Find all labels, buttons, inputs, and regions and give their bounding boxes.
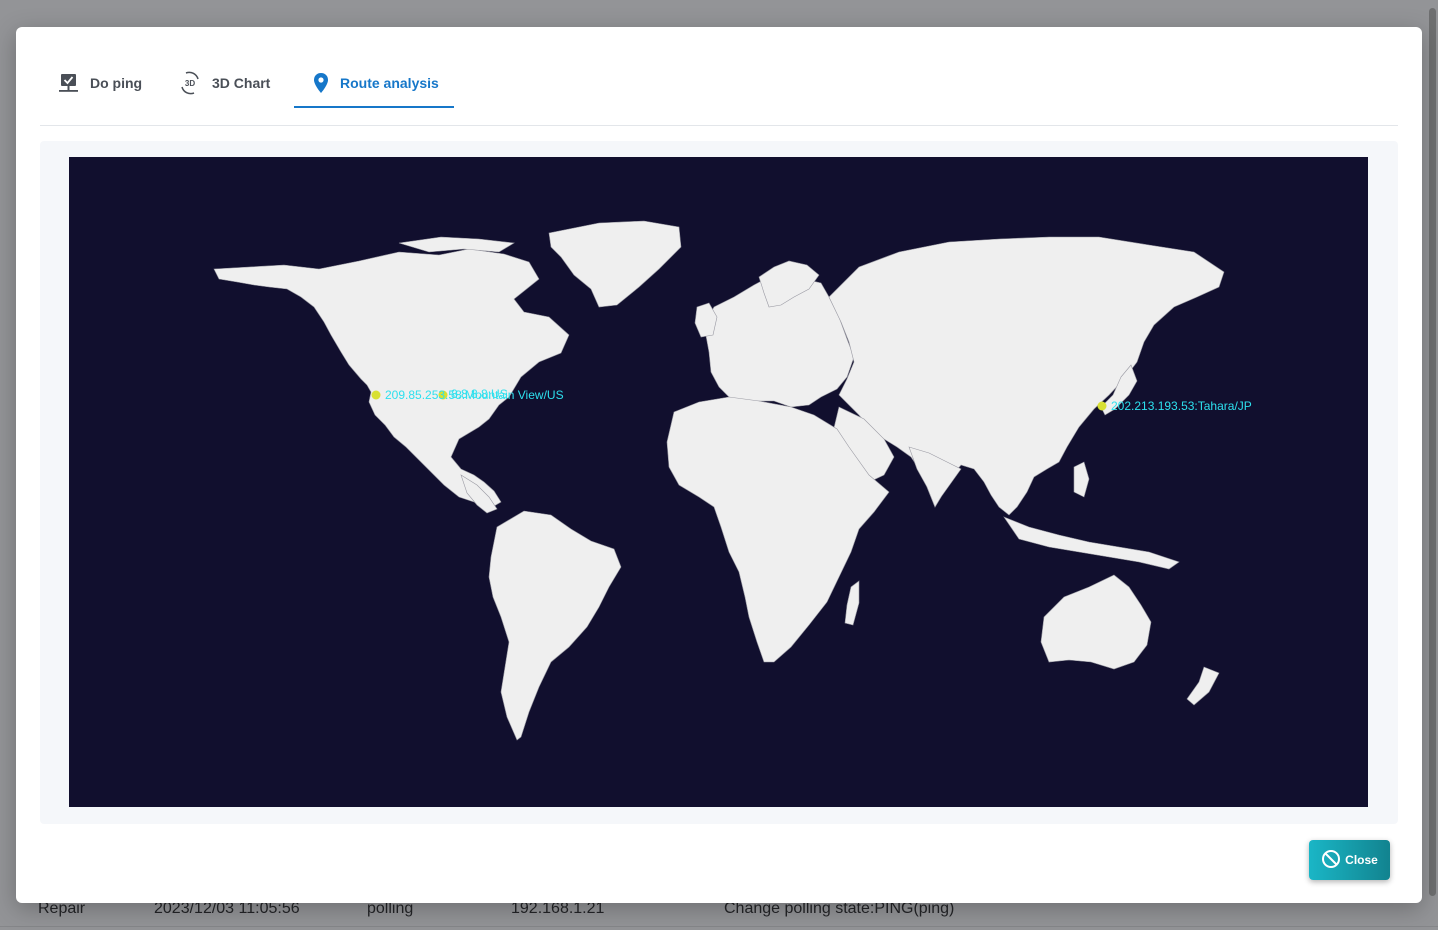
world-map-svg — [213, 220, 1225, 741]
tab-label: Do ping — [90, 75, 143, 91]
land-new-zealand — [1186, 666, 1220, 706]
land-asia — [828, 236, 1225, 516]
land-madagascar — [844, 580, 860, 626]
close-button-label: Close — [1345, 853, 1378, 867]
tab-bar: Do ping 3D 3D Chart Route analysis — [40, 57, 1398, 126]
route-marker-label: 202.213.193.53:Tahara/JP — [1111, 399, 1252, 413]
tab-3d-chart[interactable]: 3D 3D Chart — [178, 57, 270, 109]
map-pin-icon — [312, 72, 330, 94]
close-button[interactable]: Close — [1309, 840, 1390, 880]
3d-rotate-icon: 3D — [178, 71, 202, 95]
land-philippines — [1073, 461, 1090, 498]
land-arctic-islands — [398, 236, 515, 253]
route-marker — [371, 390, 381, 400]
land-north-america — [213, 248, 570, 510]
ping-monitor-icon — [58, 72, 80, 94]
route-marker-label: 8.8.8.8:US — [451, 387, 508, 401]
land-south-america — [488, 510, 622, 741]
tab-do-ping[interactable]: Do ping — [58, 57, 142, 109]
tab-label: 3D Chart — [212, 75, 271, 91]
land-australia — [1040, 574, 1152, 670]
tab-route-analysis[interactable]: Route analysis — [312, 57, 439, 109]
route-map-panel: 209.85.253.58:Mountain View/US 8.8.8.8:U… — [40, 141, 1398, 824]
ping-dialog: Do ping 3D 3D Chart Route analysis 209.8… — [16, 27, 1422, 903]
route-marker — [1097, 401, 1107, 411]
world-map[interactable]: 209.85.253.58:Mountain View/US 8.8.8.8:U… — [69, 157, 1368, 807]
land-indonesia — [1003, 516, 1180, 570]
land-greenland — [548, 220, 682, 308]
active-tab-indicator — [294, 106, 454, 108]
tab-label: Route analysis — [340, 75, 439, 91]
svg-text:3D: 3D — [185, 79, 195, 88]
page-scrollbar[interactable] — [1429, 8, 1436, 896]
ban-icon — [1321, 849, 1341, 872]
